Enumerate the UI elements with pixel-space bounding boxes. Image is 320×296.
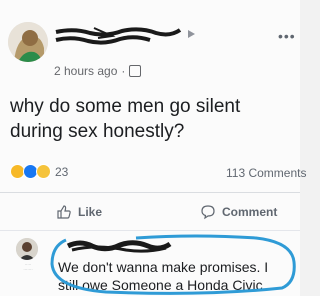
comment-bubble: We don't wanna make promises. I still ow… [58, 236, 278, 293]
wow-reaction-icon [36, 164, 51, 179]
like-button[interactable]: Like [56, 204, 102, 220]
post-card: ••• 2 hours ago · why do some men go sil… [0, 0, 306, 296]
reactions-summary[interactable]: 23 [10, 164, 68, 179]
post-meta: 2 hours ago · [54, 64, 142, 78]
commenter-avatar-caption: ····· ······· [23, 262, 33, 272]
comment-text: We don't wanna make promises. I still ow… [58, 259, 269, 293]
divider [0, 192, 300, 193]
divider [0, 230, 300, 231]
thumbs-up-icon [57, 205, 71, 219]
like-label: Like [78, 205, 103, 219]
post-text: why do some men go silent during sex hon… [10, 96, 241, 142]
post-time[interactable]: 2 hours ago [54, 64, 117, 78]
more-options-icon[interactable]: ••• [278, 28, 296, 44]
play-arrow-icon [186, 26, 196, 44]
comment-button[interactable]: Comment [200, 204, 277, 220]
comment-label: Comment [222, 205, 278, 219]
author-avatar[interactable] [8, 22, 48, 62]
comment-bubble-icon [201, 205, 215, 220]
commenter-avatar[interactable] [16, 238, 38, 260]
reaction-count: 23 [55, 164, 69, 179]
audience-icon[interactable] [129, 65, 142, 77]
comments-count[interactable]: 113 Comments [226, 166, 306, 180]
author-name[interactable] [54, 26, 182, 46]
separator-dot: · [121, 64, 126, 78]
commenter-name[interactable] [66, 238, 172, 254]
